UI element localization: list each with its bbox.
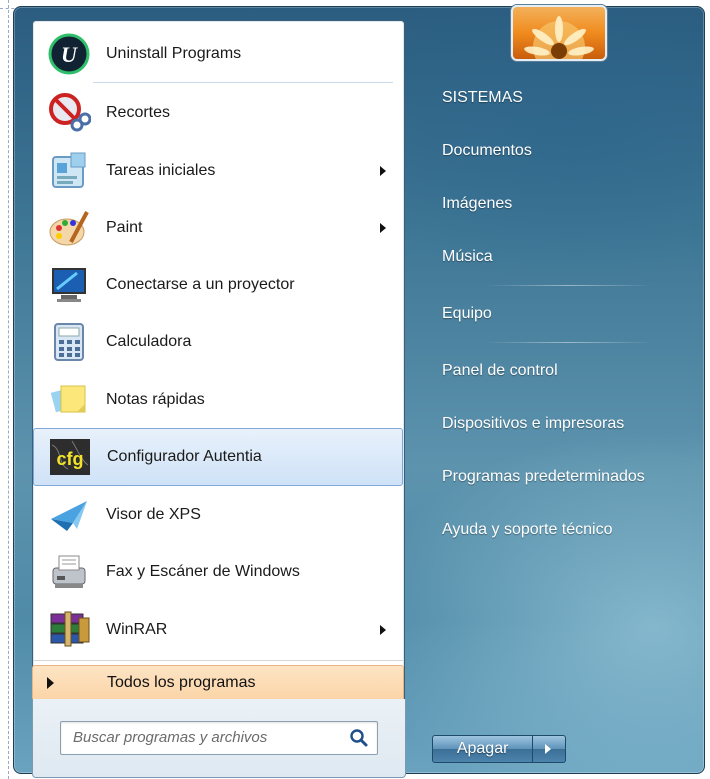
separator [33, 660, 403, 661]
program-label: Uninstall Programs [106, 45, 242, 62]
shutdown-options-button[interactable] [533, 735, 566, 763]
start-menu: U Uninstall Programs Recortes Tareas inicia… [13, 5, 705, 778]
calculator-icon [47, 320, 91, 364]
triangle-right-icon [47, 677, 54, 689]
arrow-right-icon [545, 744, 552, 754]
program-item-visor-de-xps[interactable]: Visor de XPS [33, 487, 404, 543]
right-link-imagenes[interactable]: Imágenes [442, 195, 512, 213]
program-item-uninstall-programs[interactable]: U Uninstall Programs [33, 26, 404, 82]
all-programs-label: Todos los programas [107, 674, 256, 691]
program-item-tareas-iniciales[interactable]: Tareas iniciales [33, 143, 404, 199]
programs-list: U Uninstall Programs Recortes Tareas inicia… [32, 20, 405, 700]
program-item-fax-y-esc-ner-de-windows[interactable]: Fax y Escáner de Windows [33, 544, 404, 600]
program-label: Tareas iniciales [106, 162, 216, 179]
selection-guide [8, 0, 9, 779]
submenu-arrow-icon[interactable] [380, 625, 386, 635]
xps-viewer-icon [47, 493, 91, 537]
program-item-calculadora[interactable]: Calculadora [33, 314, 404, 370]
program-label: Fax y Escáner de Windows [106, 563, 300, 580]
getting-started-icon [47, 149, 91, 193]
user-picture[interactable] [511, 5, 607, 61]
program-label: Notas rápidas [106, 391, 205, 408]
program-item-notas-r-pidas[interactable]: Notas rápidas [33, 372, 404, 428]
svg-text:U: U [61, 42, 78, 67]
submenu-arrow-icon[interactable] [380, 223, 386, 233]
program-label: Conectarse a un proyector [106, 276, 295, 293]
right-separator [484, 342, 654, 343]
search-box[interactable] [60, 721, 378, 755]
program-label: Visor de XPS [106, 506, 201, 523]
right-link-ayuda-y-soporte-tecnico[interactable]: Ayuda y soporte técnico [442, 521, 612, 539]
sticky-notes-icon [47, 378, 91, 422]
program-item-conectarse-a-un-proyector[interactable]: Conectarse a un proyector [33, 257, 404, 313]
program-label: WinRAR [106, 621, 168, 638]
program-item-paint[interactable]: Paint [33, 200, 404, 256]
pinned-separator [93, 82, 393, 83]
svg-text:cfg: cfg [57, 449, 84, 469]
right-link-documentos[interactable]: Documentos [442, 142, 532, 160]
search-input[interactable] [61, 722, 353, 752]
paint-icon [47, 206, 91, 250]
right-link-equipo[interactable]: Equipo [442, 305, 492, 323]
right-link-sistemas[interactable]: SISTEMAS [442, 89, 523, 107]
program-item-recortes[interactable]: Recortes [33, 85, 404, 141]
right-link-dispositivos-e-impresoras[interactable]: Dispositivos e impresoras [442, 415, 624, 433]
snipping-tool-icon [47, 91, 92, 135]
program-label: Calculadora [106, 333, 192, 350]
cfg-icon: cfg [48, 435, 92, 479]
fax-scanner-icon [47, 550, 91, 594]
right-link-programas-predeterminados[interactable]: Programas predeterminados [442, 468, 645, 486]
submenu-arrow-icon[interactable] [380, 166, 386, 176]
program-item-winrar[interactable]: WinRAR [33, 602, 404, 658]
projector-icon [47, 263, 91, 307]
flower-icon [524, 16, 594, 59]
program-label: Recortes [106, 104, 171, 121]
winrar-icon [47, 608, 91, 652]
right-link-panel-de-control[interactable]: Panel de control [442, 362, 558, 380]
shutdown-button-group: Apagar [432, 735, 566, 763]
program-item-configurador-autentia[interactable]: cfg Configurador Autentia [33, 428, 403, 486]
program-label: Configurador Autentia [107, 448, 262, 465]
right-separator [484, 285, 654, 286]
search-area [32, 699, 406, 778]
right-link-musica[interactable]: Música [442, 248, 493, 266]
search-icon[interactable] [349, 728, 369, 748]
all-programs-button[interactable]: Todos los programas [32, 660, 404, 701]
shutdown-button[interactable]: Apagar [432, 735, 534, 763]
uninstall-programs-icon: U [47, 32, 91, 76]
program-label: Paint [106, 219, 143, 236]
